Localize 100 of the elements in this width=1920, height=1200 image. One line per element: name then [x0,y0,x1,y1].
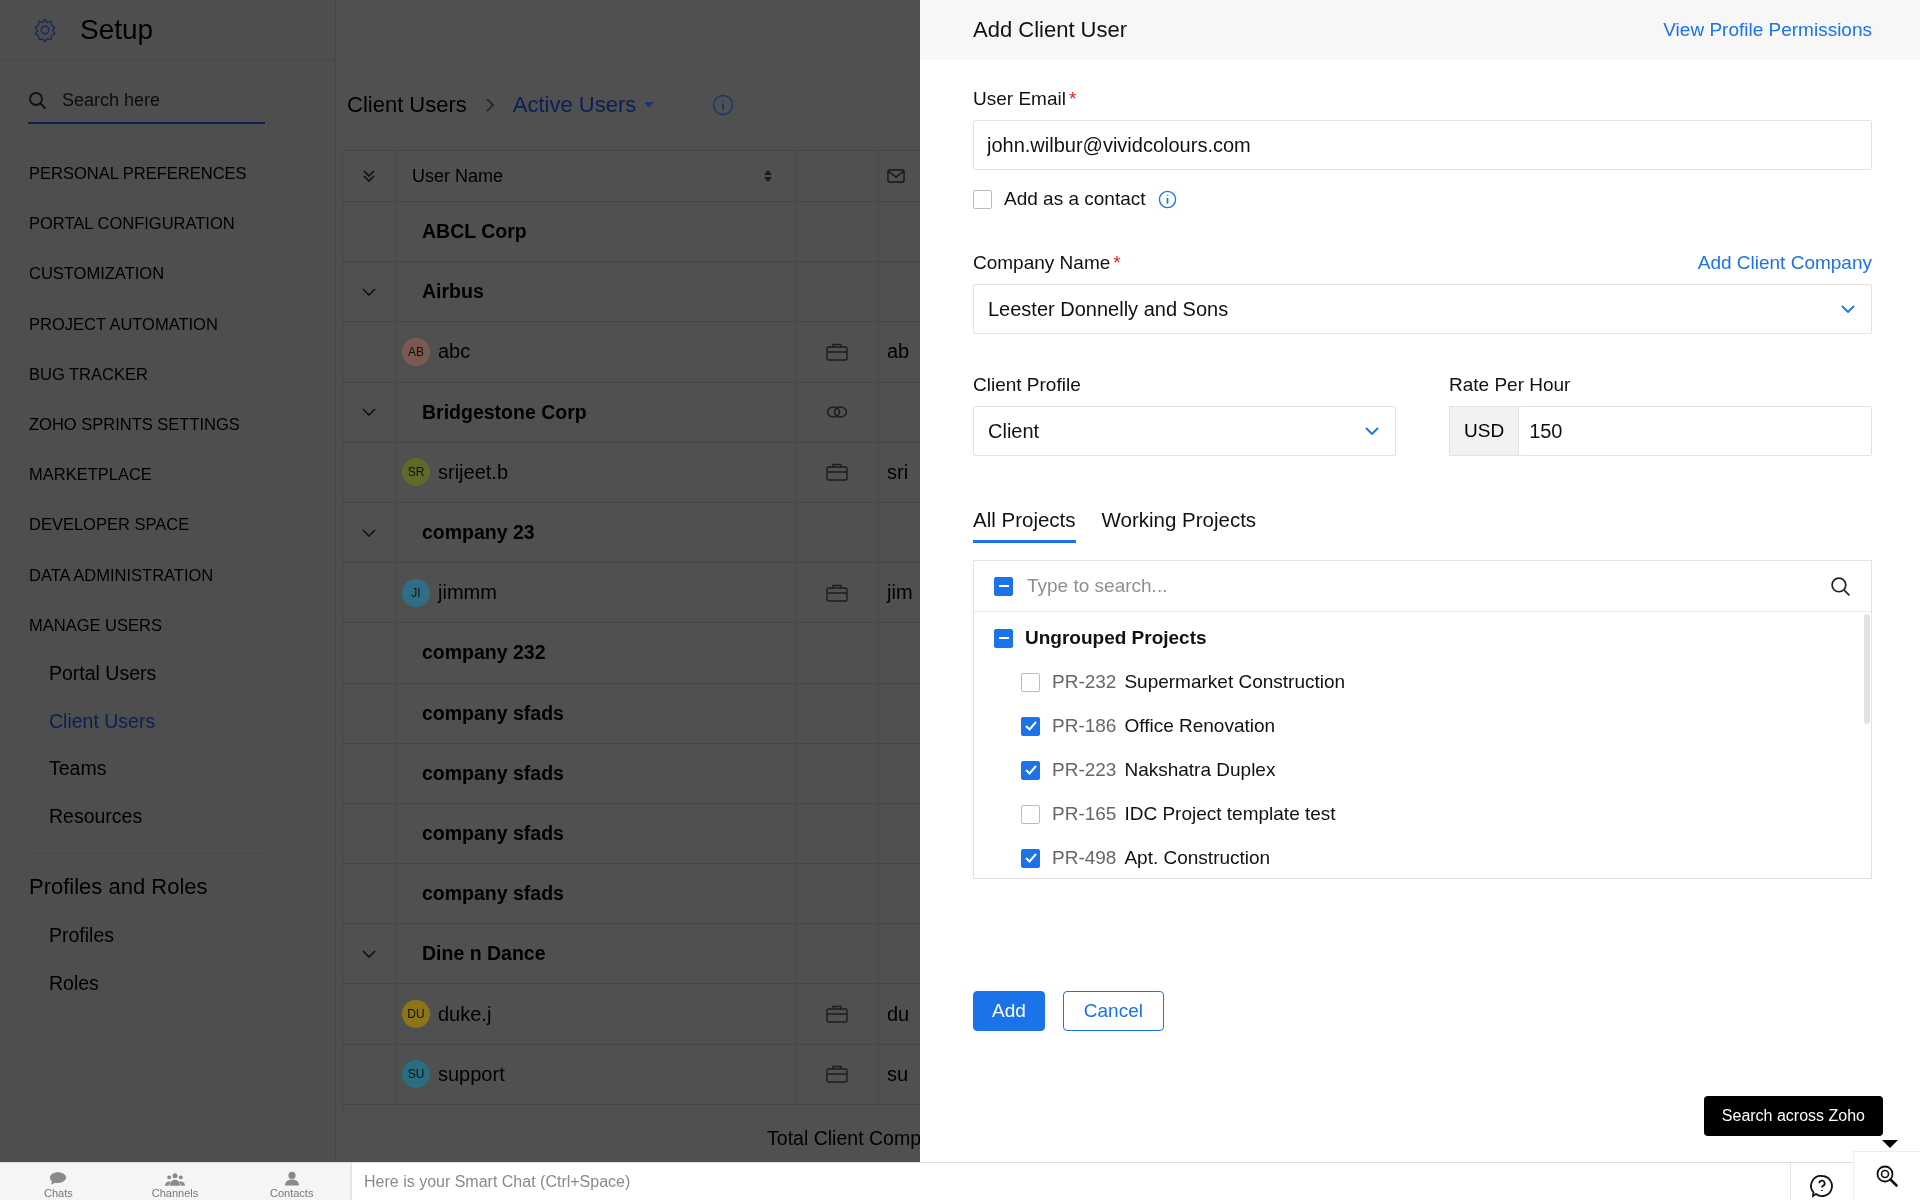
company-name: company sfads [421,701,564,725]
settings-section[interactable]: BUG TRACKER [29,348,335,399]
table-cell: sri [887,460,909,484]
settings-section[interactable]: PERSONAL PREFERENCES [29,148,335,199]
company-name: company sfads [421,882,564,906]
search-icon[interactable] [1875,1164,1899,1188]
settings-section[interactable]: MARKETPLACE [29,449,335,500]
collapse-all-icon[interactable] [362,169,376,183]
sidebar-item[interactable]: Roles [29,959,335,1008]
company-name: company 232 [421,641,546,665]
chevron-down-icon[interactable] [362,408,376,417]
company-name: ABCL Corp [421,220,527,244]
settings-section[interactable]: PROJECT AUTOMATION [29,298,335,349]
checkbox[interactable] [1021,716,1040,736]
checkbox[interactable] [1021,760,1040,780]
panel-title: Add Client User [973,17,1128,43]
checkbox[interactable] [1021,804,1040,824]
rate-field[interactable]: 150 [1519,406,1872,456]
gear-icon [32,17,58,43]
info-icon[interactable] [1157,189,1177,209]
table-cell: su [887,1062,909,1086]
profile-dropdown[interactable]: Client [973,406,1396,456]
group-label: Ungrouped Projects [1025,627,1207,649]
user-name[interactable]: support [438,1062,505,1086]
scrollbar[interactable] [1864,614,1870,724]
user-name[interactable]: duke.j [438,1002,492,1026]
check-icon [1024,765,1037,775]
chevron-down-icon [1841,305,1855,313]
chat-bubble-icon [49,1171,68,1186]
tooltip-pointer [1882,1140,1898,1148]
project-id: PR-498 [1052,847,1117,869]
settings-section[interactable]: CUSTOMIZATION [29,248,335,299]
check-icon [1024,853,1037,863]
project-name: IDC Project template test [1124,803,1336,825]
person-icon [283,1171,300,1186]
section-heading: Profiles and Roles [29,873,209,902]
checkbox[interactable] [1021,848,1040,868]
table-cell: du [887,1002,910,1026]
settings-section[interactable]: ZOHO SPRINTS SETTINGS [29,398,335,450]
company-dropdown[interactable]: Leester Donnelly and Sons [973,284,1872,334]
table-cell: jim [887,581,913,605]
settings-section[interactable]: DEVELOPER SPACE [29,499,335,550]
page-title: Setup [80,14,154,46]
permissions-link[interactable]: View Profile Permissions [1663,19,1872,41]
field-label: Client Profile [973,374,1081,396]
check-icon [1024,721,1037,731]
tab[interactable]: Working Projects [1101,504,1257,543]
briefcase-icon [826,1065,848,1084]
sidebar-item[interactable]: Resources [29,793,335,842]
project-id: PR-165 [1052,803,1117,825]
avatar: SU [402,1060,430,1089]
cancel-button[interactable]: Cancel [1062,991,1164,1031]
add-button[interactable]: Add [973,991,1045,1031]
avatar: DU [402,1000,430,1029]
user-name[interactable]: jimmm [438,581,497,605]
tab[interactable]: All Projects [973,504,1076,543]
project-id: PR-186 [1052,715,1117,737]
nav-tab[interactable]: Channels [116,1163,234,1200]
checkbox[interactable] [973,189,992,209]
checkbox-label: Add as a contact [1004,188,1146,210]
user-name[interactable]: abc [438,340,471,364]
checkbox[interactable] [1021,672,1040,692]
tooltip: Search across Zoho [1703,1096,1883,1136]
table-cell: ab [887,340,910,364]
sidebar-item[interactable]: Profiles [29,912,335,960]
group-icon [165,1172,185,1186]
project-id: PR-232 [1052,671,1117,693]
settings-section[interactable]: DATA ADMINISTRATION [29,549,335,600]
company-name: Bridgestone Corp [421,400,587,424]
sidebar-item[interactable]: Portal Users [29,649,335,698]
sidebar-item[interactable]: Client Users [29,697,335,746]
sidebar-item[interactable]: Teams [29,745,335,794]
project-id: PR-223 [1052,759,1117,781]
project-name: Supermarket Construction [1124,671,1346,693]
view-dropdown[interactable]: Active Users [512,92,655,118]
chevron-down-icon[interactable] [362,949,376,958]
breadcrumb-link[interactable]: Client Users [347,92,467,118]
column-header[interactable]: User Name [412,165,504,187]
settings-section[interactable]: MANAGE USERS [29,599,335,650]
nav-tab[interactable]: Contacts [233,1163,350,1200]
nav-tab[interactable]: Chats [0,1163,117,1200]
user-name[interactable]: srijeet.b [438,460,509,484]
checkbox[interactable] [994,628,1013,648]
company-name: Airbus [421,280,484,304]
currency-label: USD [1449,406,1520,456]
help-icon[interactable] [1810,1174,1834,1198]
search-icon[interactable] [1830,575,1851,597]
chevron-down-icon [1365,427,1379,435]
chevron-down-icon[interactable] [362,287,376,296]
search-icon [28,90,48,111]
settings-section[interactable]: PORTAL CONFIGURATION [29,198,335,249]
email-field[interactable]: john.wilbur@vividcolours.com [973,120,1872,170]
caret-icon [644,102,655,108]
sort-icon[interactable] [763,169,773,183]
company-name: company sfads [421,821,564,845]
add-company-link[interactable]: Add Client Company [1697,252,1872,274]
checkbox[interactable] [994,576,1013,596]
briefcase-icon [826,1005,848,1024]
search-field[interactable]: Search here [60,89,264,112]
chevron-down-icon[interactable] [362,528,376,537]
